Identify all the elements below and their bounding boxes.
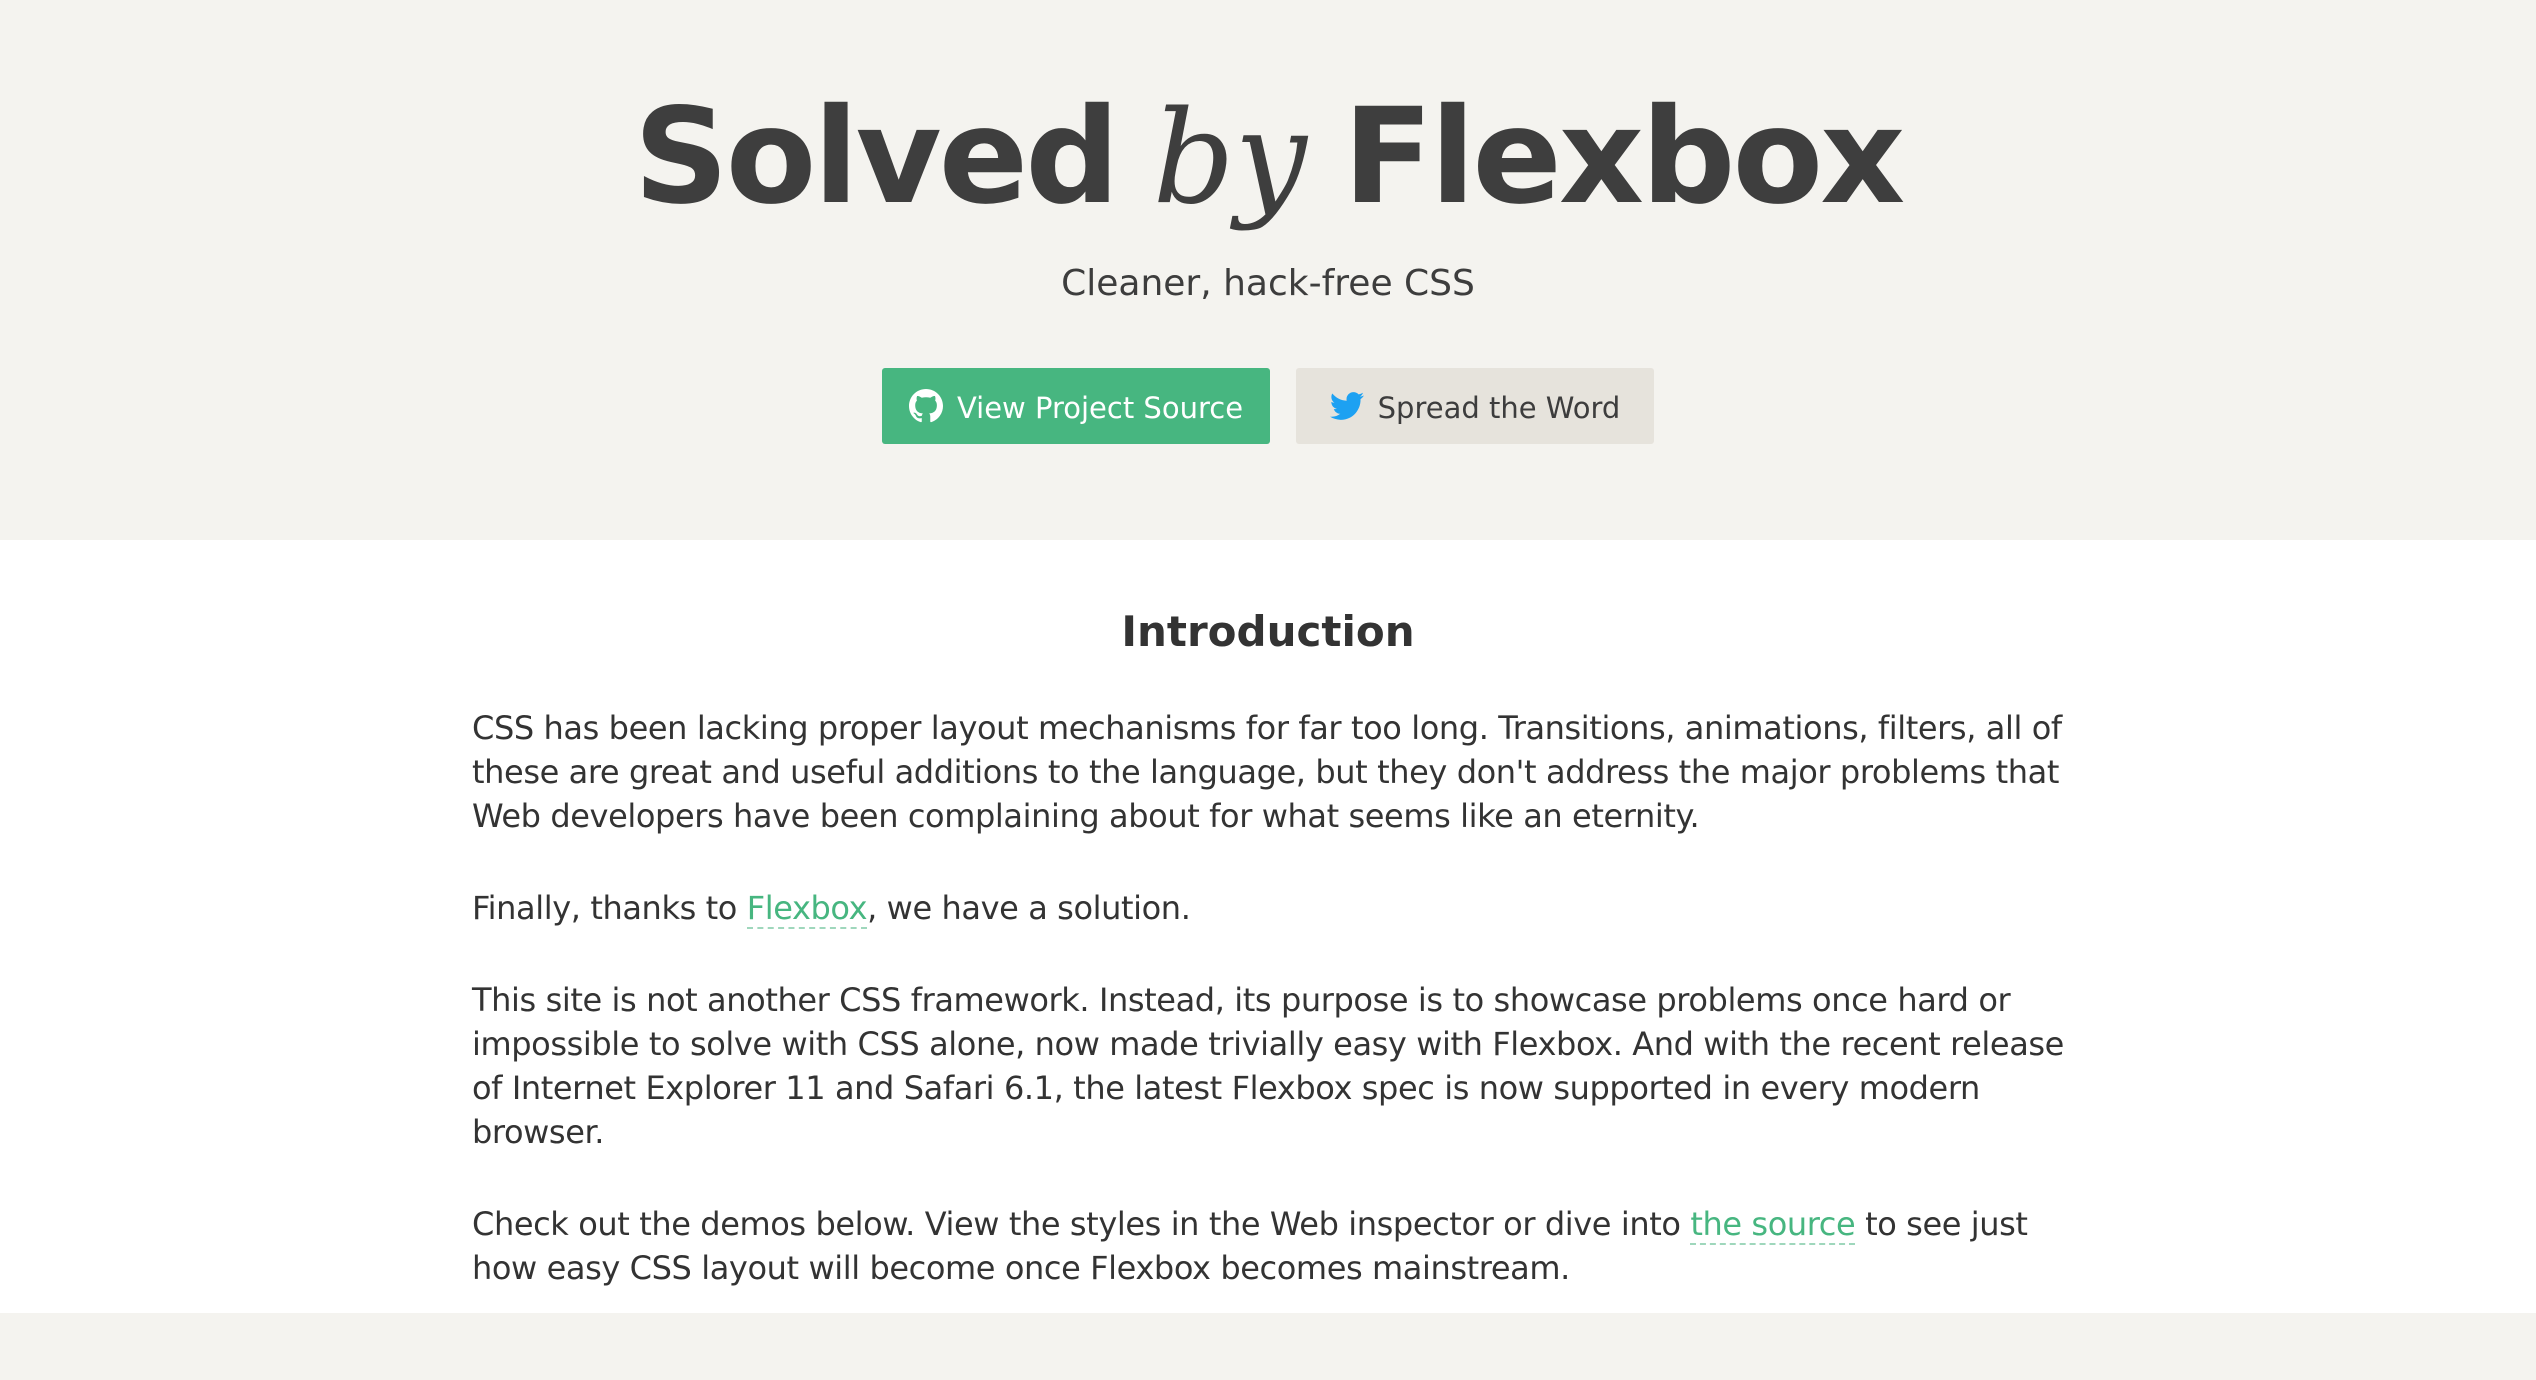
p2-text-before: Finally, thanks to: [472, 889, 747, 927]
title-by: by: [1152, 84, 1307, 233]
flexbox-link[interactable]: Flexbox: [746, 889, 868, 929]
site-title: Solved by Flexbox: [0, 72, 2536, 244]
intro-paragraph-3: This site is not another CSS framework. …: [472, 981, 2064, 1151]
p4-text-before: Check out the demos below. View the styl…: [472, 1205, 1691, 1243]
site-header: Solved by Flexbox Cleaner, hack-free CSS V…: [0, 0, 2536, 540]
p2-text-after: , we have a solution.: [867, 889, 1191, 927]
header-buttons: View Project Source Spread the Word: [0, 368, 2536, 444]
title-solved: Solved: [633, 80, 1120, 234]
introduction-heading: Introduction: [1121, 607, 1415, 656]
introduction-section: Introduction CSS has been lacking proper…: [0, 540, 2536, 1313]
title-flexbox: Flexbox: [1342, 80, 1905, 234]
next-section-band: [0, 1313, 2536, 1380]
intro-paragraph-4: Check out the demos below. View the styl…: [472, 1202, 2072, 1290]
spread-the-word-label: Spread the Word: [1377, 391, 1621, 425]
introduction-text: CSS has been lacking proper layout mecha…: [472, 706, 2072, 1338]
intro-paragraph-2: Finally, thanks to Flexbox, we have a so…: [472, 886, 2072, 930]
github-icon: [908, 389, 943, 423]
twitter-icon: [1329, 392, 1364, 420]
view-project-source-label: View Project Source: [956, 391, 1244, 425]
spread-the-word-button[interactable]: Spread the Word: [1296, 368, 1654, 444]
intro-paragraph-1: CSS has been lacking proper layout mecha…: [472, 709, 2062, 835]
view-project-source-button[interactable]: View Project Source: [882, 368, 1270, 444]
the-source-link[interactable]: the source: [1690, 1205, 1856, 1245]
tagline: Cleaner, hack-free CSS: [1061, 263, 1475, 304]
